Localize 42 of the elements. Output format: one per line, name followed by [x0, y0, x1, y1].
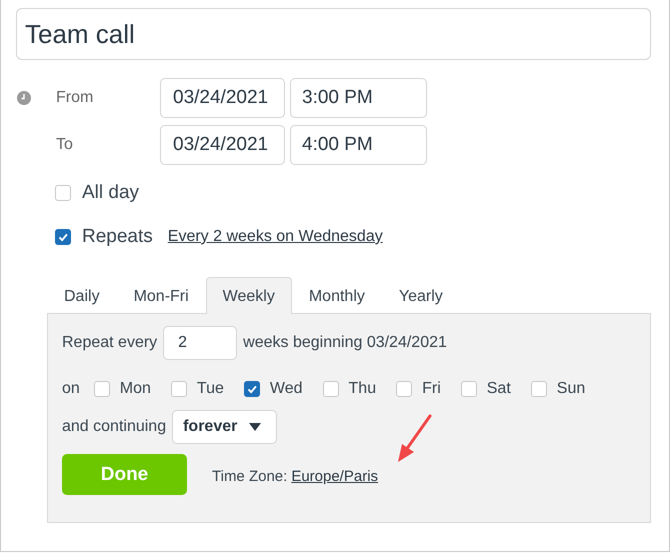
- checkbox[interactable]: [170, 381, 187, 397]
- day-label: Sun: [556, 380, 586, 398]
- repeat-label: Repeat every: [62, 334, 158, 352]
- continuing-dropdown[interactable]: forever: [172, 410, 278, 444]
- tab[interactable]: Daily: [47, 277, 117, 314]
- caret-icon: [249, 423, 262, 431]
- time-zone-link[interactable]: Europe/Paris: [291, 468, 378, 485]
- date-field[interactable]: 03/24/2021: [160, 125, 285, 165]
- checkbox[interactable]: [94, 381, 110, 397]
- title-field[interactable]: Team call: [16, 8, 651, 60]
- checkbox[interactable]: [244, 381, 260, 397]
- day-label: Wed: [270, 380, 303, 398]
- checkbox-label: Repeats: [82, 226, 153, 248]
- day-label: Thu: [348, 380, 376, 398]
- checkbox-label: All day: [82, 182, 140, 204]
- interval-suffix: weeks beginning 03/24/2021: [243, 334, 447, 352]
- checkbox[interactable]: [530, 381, 547, 397]
- day-label: Fri: [422, 380, 441, 398]
- date-field[interactable]: 03/24/2021: [160, 78, 285, 118]
- clock-icon: [17, 91, 31, 105]
- time-zone-label: Time Zone:: [212, 468, 288, 485]
- day-label: Tue: [196, 380, 224, 398]
- tab[interactable]: Mon-Fri: [116, 277, 206, 314]
- time-label: To: [56, 136, 74, 154]
- interval-field[interactable]: 2: [163, 326, 238, 360]
- tab[interactable]: Weekly: [206, 277, 292, 314]
- tab[interactable]: Yearly: [382, 277, 460, 314]
- checkbox[interactable]: [460, 381, 477, 397]
- annotation-arrow: [396, 414, 434, 464]
- tab[interactable]: Monthly: [292, 277, 382, 314]
- time-field[interactable]: 4:00 PM: [290, 125, 427, 165]
- on-label: on: [62, 380, 80, 398]
- repeat-summary-link[interactable]: Every 2 weeks on Wednesday: [168, 228, 383, 246]
- continuing-label: and continuing: [62, 418, 166, 436]
- day-label: Mon: [120, 380, 151, 398]
- time-label: From: [56, 89, 94, 107]
- checkbox[interactable]: [322, 381, 339, 397]
- checkbox[interactable]: [396, 381, 412, 397]
- checkbox[interactable]: [55, 229, 71, 245]
- time-field[interactable]: 3:00 PM: [290, 78, 427, 118]
- checkbox[interactable]: [55, 185, 71, 201]
- day-label: Sat: [486, 380, 511, 398]
